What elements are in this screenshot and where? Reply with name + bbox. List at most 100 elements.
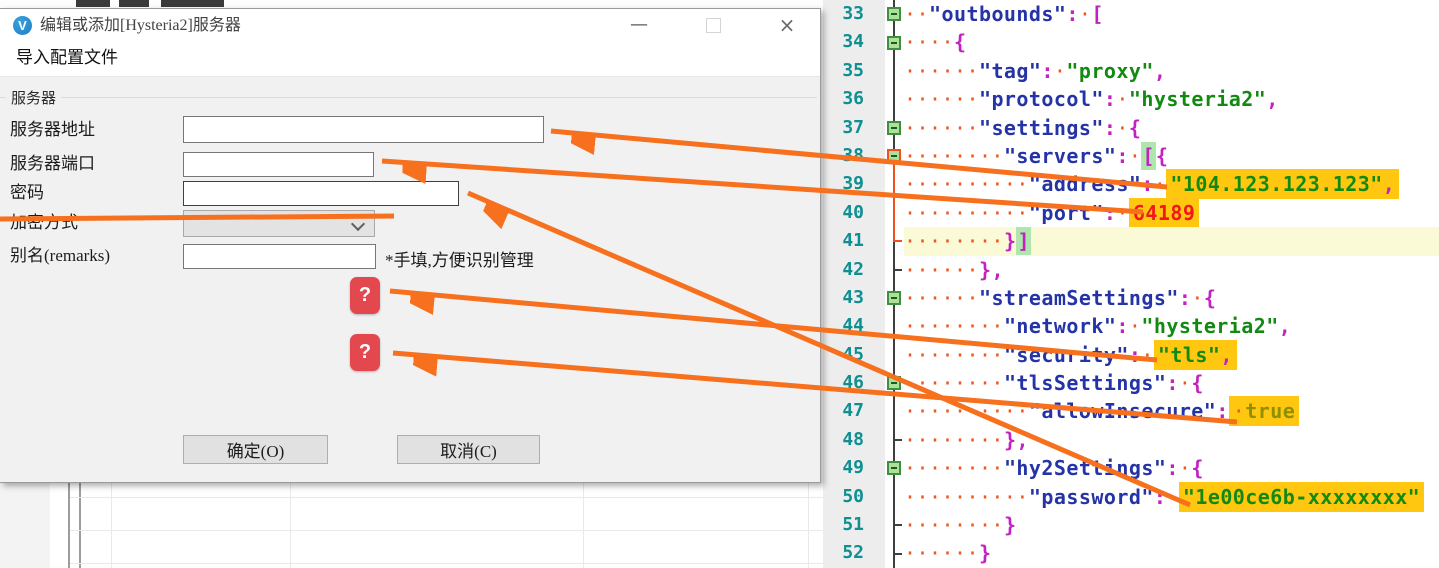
line-number: 52: [823, 539, 885, 567]
fold-guide: [885, 170, 904, 198]
server-groupbox-title: 服务器: [6, 87, 61, 108]
background-server-table: [0, 483, 824, 568]
code-text: ······}: [904, 539, 1439, 567]
code-text: ········},: [904, 426, 1439, 454]
code-text: ··········"address":·"104.123.123.123",: [904, 170, 1439, 198]
fold-marker-icon[interactable]: [885, 114, 904, 142]
server-port-label: 服务器端口: [10, 153, 95, 175]
line-number: 38: [823, 142, 885, 170]
editor-line-36[interactable]: 36 ······"protocol":·"hysteria2",: [823, 85, 1439, 113]
fold-marker-icon[interactable]: [885, 28, 904, 56]
server-port-input[interactable]: [183, 152, 374, 177]
code-text: ········"hy2Settings":·{: [904, 454, 1439, 482]
fold-guide: [885, 426, 904, 454]
dialog-menubar: 导入配置文件: [0, 43, 820, 76]
line-number: 48: [823, 426, 885, 454]
code-text: ······"settings":·{: [904, 114, 1439, 142]
code-text: ······"protocol":·"hysteria2",: [904, 85, 1439, 113]
fold-marker-icon[interactable]: [885, 369, 904, 397]
password-label: 密码: [10, 182, 44, 204]
line-number: 41: [823, 227, 885, 255]
server-address-input[interactable]: [183, 116, 544, 143]
line-number: 51: [823, 511, 885, 539]
remarks-input[interactable]: [183, 244, 376, 269]
menu-import-config[interactable]: 导入配置文件: [12, 43, 122, 76]
editor-line-49[interactable]: 49 ········"hy2Settings":·{: [823, 454, 1439, 482]
editor-line-46[interactable]: 46········"tlsSettings":·{: [823, 369, 1439, 397]
minimize-button[interactable]: —: [616, 9, 662, 43]
password-input[interactable]: [183, 181, 459, 206]
encryption-method-select[interactable]: [183, 210, 375, 237]
maximize-icon: [706, 18, 721, 33]
editor-line-47[interactable]: 47··········"allowInsecure":·true: [823, 397, 1439, 425]
editor-line-35[interactable]: 35 ······"tag":·"proxy",: [823, 57, 1439, 85]
editor-line-44[interactable]: 44 ········"network":·"hysteria2",: [823, 312, 1439, 340]
line-number: 40: [823, 199, 885, 227]
fold-marker-icon[interactable]: [885, 0, 904, 28]
encryption-method-label: 加密方式: [10, 212, 78, 234]
editor-line-48[interactable]: 48 ········},: [823, 426, 1439, 454]
code-text: ··········"port":·64189: [904, 199, 1439, 227]
code-text: ······"streamSettings":·{: [904, 284, 1439, 312]
maximize-button[interactable]: [690, 9, 736, 43]
editor-line-40[interactable]: 40 ··········"port":·64189: [823, 199, 1439, 227]
fold-guide: [885, 483, 904, 511]
code-text: ······},: [904, 256, 1439, 284]
fold-guide: [885, 199, 904, 227]
editor-line-39[interactable]: 39··········"address":·"104.123.123.123"…: [823, 170, 1439, 198]
line-number: 49: [823, 454, 885, 482]
background-window-top-sliver: [0, 0, 824, 8]
background-left-panel: [0, 483, 50, 568]
help-button-allow-insecure[interactable]: ?: [350, 334, 380, 371]
help-button-tls[interactable]: ?: [350, 277, 380, 314]
highlighted-value: 64189: [1129, 198, 1199, 228]
json-editor[interactable]: 33··"outbounds":·[34····{35 ······"tag":·…: [823, 0, 1439, 568]
line-number: 42: [823, 256, 885, 284]
line-number: 35: [823, 57, 885, 85]
editor-line-45[interactable]: 45 ········"security":·"tls",: [823, 341, 1439, 369]
editor-line-41[interactable]: 41········}]: [823, 227, 1439, 255]
dialog-header: V 编辑或添加[Hysteria2]服务器 — × 导入配置文件: [0, 9, 820, 77]
fold-guide: [885, 85, 904, 113]
editor-line-34[interactable]: 34····{: [823, 28, 1439, 56]
editor-line-33[interactable]: 33··"outbounds":·[: [823, 0, 1439, 28]
editor-line-42[interactable]: 42 ······},: [823, 256, 1439, 284]
fold-marker-icon[interactable]: [885, 142, 904, 170]
editor-line-43[interactable]: 43······"streamSettings":·{: [823, 284, 1439, 312]
line-number: 33: [823, 0, 885, 28]
editor-line-51[interactable]: 51 ········}: [823, 511, 1439, 539]
close-button[interactable]: ×: [764, 9, 810, 43]
dialog-titlebar[interactable]: V 编辑或添加[Hysteria2]服务器 — ×: [0, 9, 820, 43]
server-edit-dialog: V 编辑或添加[Hysteria2]服务器 — × 导入配置文件 服务器 服务器…: [0, 8, 821, 483]
line-number: 45: [823, 341, 885, 369]
fold-guide: [885, 511, 904, 539]
code-text: ········"security":·"tls",: [904, 341, 1439, 369]
editor-line-50[interactable]: 50··········"password":·"1e00ce6b-xxxxxx…: [823, 483, 1439, 511]
fold-marker-icon[interactable]: [885, 454, 904, 482]
fold-marker-icon[interactable]: [885, 284, 904, 312]
fold-guide: [885, 341, 904, 369]
line-number: 47: [823, 397, 885, 425]
highlighted-value: ·true: [1229, 396, 1299, 426]
code-text: ········}: [904, 511, 1439, 539]
editor-line-52[interactable]: 52 ······}: [823, 539, 1439, 567]
code-text: ······"tag":·"proxy",: [904, 57, 1439, 85]
highlighted-value: "104.123.123.123",: [1166, 169, 1399, 199]
editor-line-37[interactable]: 37······"settings":·{: [823, 114, 1439, 142]
fold-guide: [885, 312, 904, 340]
line-number: 44: [823, 312, 885, 340]
line-number: 34: [823, 28, 885, 56]
fold-guide: [885, 539, 904, 567]
code-text: ········"network":·"hysteria2",: [904, 312, 1439, 340]
cancel-button[interactable]: 取消(C): [397, 435, 540, 464]
line-number: 36: [823, 85, 885, 113]
fold-guide: [885, 227, 904, 255]
server-address-label: 服务器地址: [10, 119, 95, 141]
code-text: ········"tlsSettings":·{: [904, 369, 1439, 397]
highlighted-value: "1e00ce6b-xxxxxxxx": [1179, 482, 1424, 512]
editor-line-38[interactable]: 38········"servers":·[{: [823, 142, 1439, 170]
screenshot-stage: 33··"outbounds":·[34····{35 ······"tag":·…: [0, 0, 1439, 568]
remarks-note: *手填,方便识别管理: [385, 250, 534, 272]
line-number: 50: [823, 483, 885, 511]
ok-button[interactable]: 确定(O): [183, 435, 328, 464]
